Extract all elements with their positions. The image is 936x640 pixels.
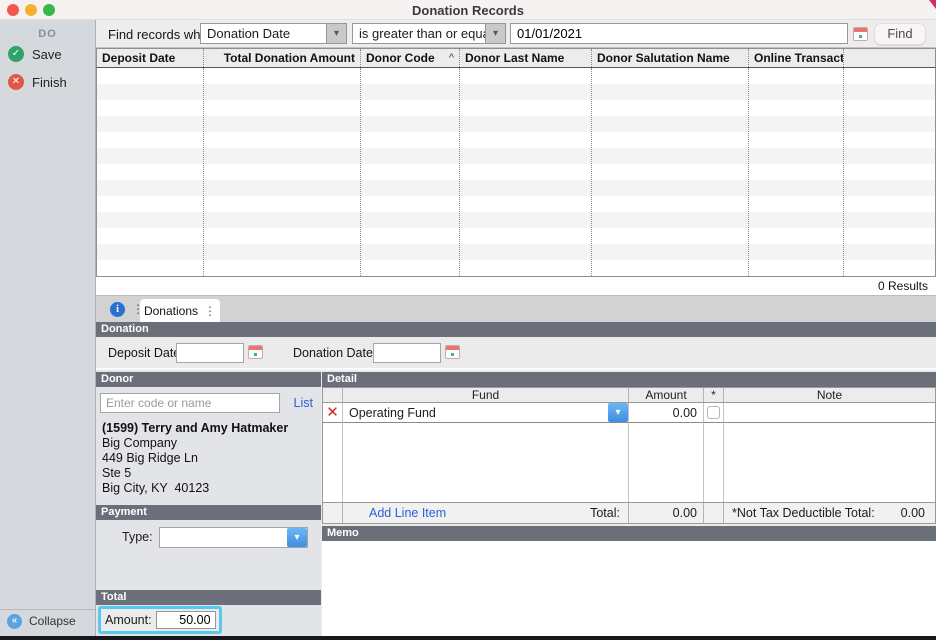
delete-line-button[interactable]: ✕ — [323, 403, 343, 423]
donation-date-input[interactable] — [373, 343, 441, 363]
tax-deductible-cell — [704, 403, 724, 423]
column-header-donor-last-name[interactable]: Donor Last Name — [460, 49, 592, 67]
donation-date-label: Donation Date: — [293, 346, 376, 360]
donor-info-block: (1599) Terry and Amy Hatmaker Big Compan… — [96, 419, 321, 496]
donation-date-calendar-icon[interactable] — [445, 345, 460, 359]
detail-fund-column-header: Fund — [343, 388, 629, 402]
payment-type-label: Type: — [122, 530, 153, 544]
find-button[interactable]: Find — [874, 23, 926, 45]
collapse-chevrons-icon: « — [7, 614, 22, 629]
sidebar: DO ✓ Save ✕ Finish « Collapse — [0, 20, 96, 636]
tab-strip: i ⋮ Donations ⋮ — [96, 295, 936, 322]
memo-field[interactable] — [322, 541, 936, 636]
chevron-down-icon: ▾ — [326, 24, 346, 43]
deposit-date-input[interactable] — [176, 343, 244, 363]
column-header-deposit-date[interactable]: Deposit Date — [97, 49, 204, 67]
donor-address-line: Big City, KY 40123 — [102, 481, 315, 496]
donor-address-line: Ste 5 — [102, 466, 315, 481]
donation-records-window: Donation Records DO ✓ Save ✕ Finish « Co… — [0, 0, 936, 640]
deposit-date-calendar-icon[interactable] — [248, 345, 263, 359]
detail-total-label: Total: — [590, 506, 620, 520]
total-amount-label: Amount: — [105, 613, 152, 627]
not-tax-deductible-total-label: *Not Tax Deductible Total: — [732, 506, 875, 520]
results-count: 0 Results — [878, 279, 928, 293]
results-table-header: Deposit Date Total Donation Amount Donor… — [96, 48, 936, 68]
save-label: Save — [32, 47, 62, 62]
titlebar: Donation Records — [0, 0, 936, 20]
right-panel: Detail Fund Amount * Note ✕ Operating Fu… — [322, 370, 936, 636]
detail-line-item-row: ✕ Operating Fund ▾ 0.00 — [323, 403, 935, 423]
sort-ascending-icon: ^ — [449, 52, 454, 64]
donor-search-row: List — [96, 391, 321, 419]
tab-donations[interactable]: Donations ⋮ — [140, 299, 220, 323]
detail-delete-column-header — [323, 388, 343, 402]
donation-section-header: Donation — [96, 322, 936, 337]
find-value-input[interactable] — [510, 23, 848, 44]
save-button[interactable]: ✓ Save — [0, 40, 95, 68]
line-amount-field[interactable]: 0.00 — [629, 403, 704, 423]
detail-total-value: 0.00 — [629, 503, 704, 523]
find-operator-value: is greater than or equal to — [353, 26, 485, 41]
detail-empty-rows — [323, 423, 935, 502]
finish-button[interactable]: ✕ Finish — [0, 68, 95, 96]
tab-menu-icon[interactable]: ⋮ — [204, 304, 216, 318]
detail-table: Fund Amount * Note ✕ Operating Fund ▾ 0.… — [322, 387, 936, 524]
find-field-value: Donation Date — [201, 26, 326, 41]
not-tax-deductible-total-value: 0.00 — [901, 506, 925, 520]
chevron-down-icon: ▾ — [287, 528, 307, 547]
column-header-online-transaction[interactable]: Online Transact... — [749, 49, 844, 67]
tab-donations-label: Donations — [144, 304, 198, 318]
find-field-select[interactable]: Donation Date ▾ — [200, 23, 347, 44]
payment-section-header: Payment — [96, 505, 321, 520]
window-bottom-edge — [0, 636, 936, 640]
deposit-date-label: Deposit Date: — [108, 346, 184, 360]
finish-label: Finish — [32, 75, 67, 90]
detail-star-column-header: * — [704, 388, 724, 402]
delete-x-icon: ✕ — [323, 404, 342, 422]
total-amount-input[interactable] — [156, 611, 216, 629]
find-bar: Find records where Donation Date ▾ is gr… — [96, 20, 936, 48]
info-icon[interactable]: i — [110, 302, 125, 317]
not-tax-deductible-checkbox[interactable] — [707, 406, 720, 419]
line-note-field[interactable] — [724, 403, 935, 423]
find-operator-select[interactable]: is greater than or equal to ▾ — [352, 23, 506, 44]
donor-section-header: Donor — [96, 372, 321, 387]
results-bar: 0 Results — [96, 277, 936, 295]
fund-value: Operating Fund — [349, 406, 436, 420]
sidebar-group-label: DO — [0, 20, 95, 40]
memo-section-header: Memo — [322, 526, 936, 541]
chevron-down-icon: ▾ — [485, 24, 505, 43]
left-panel: Donor List (1599) Terry and Amy Hatmaker… — [96, 370, 321, 636]
donor-name: (1599) Terry and Amy Hatmaker — [102, 421, 315, 436]
total-section-header: Total — [96, 590, 321, 605]
collapse-label: Collapse — [29, 614, 76, 628]
detail-table-header: Fund Amount * Note — [323, 387, 935, 403]
detail-note-column-header: Note — [724, 388, 935, 402]
donor-list-link[interactable]: List — [294, 396, 313, 410]
save-check-icon: ✓ — [8, 46, 24, 62]
results-table-body[interactable] — [96, 68, 936, 277]
corner-mark — [929, 0, 936, 9]
finish-x-icon: ✕ — [8, 74, 24, 90]
chevron-down-icon: ▾ — [608, 403, 628, 422]
add-line-item-link[interactable]: Add Line Item — [369, 506, 446, 520]
column-header-empty — [844, 49, 935, 67]
window-title: Donation Records — [0, 3, 936, 18]
donor-search-input[interactable] — [100, 393, 280, 413]
detail-section-header: Detail — [322, 372, 936, 387]
payment-type-row: Type: ▾ — [96, 526, 321, 550]
detail-amount-column-header: Amount — [629, 388, 704, 402]
donor-address-line: 449 Big Ridge Ln — [102, 451, 315, 466]
donor-address-line: Big Company — [102, 436, 315, 451]
column-header-donor-salutation-name[interactable]: Donor Salutation Name — [592, 49, 749, 67]
donation-date-row: Deposit Date: Donation Date: — [96, 337, 936, 370]
column-header-total-donation-amount[interactable]: Total Donation Amount — [204, 49, 361, 67]
collapse-button[interactable]: « Collapse — [0, 609, 95, 632]
payment-type-select[interactable]: ▾ — [159, 527, 308, 548]
detail-footer-row: Add Line Item Total: 0.00 *Not Tax Deduc… — [323, 502, 935, 524]
column-header-donor-code[interactable]: Donor Code ^ — [361, 49, 460, 67]
calendar-picker-icon[interactable] — [853, 27, 868, 41]
total-amount-highlight: Amount: — [98, 606, 222, 634]
fund-select[interactable]: Operating Fund ▾ — [343, 403, 629, 423]
